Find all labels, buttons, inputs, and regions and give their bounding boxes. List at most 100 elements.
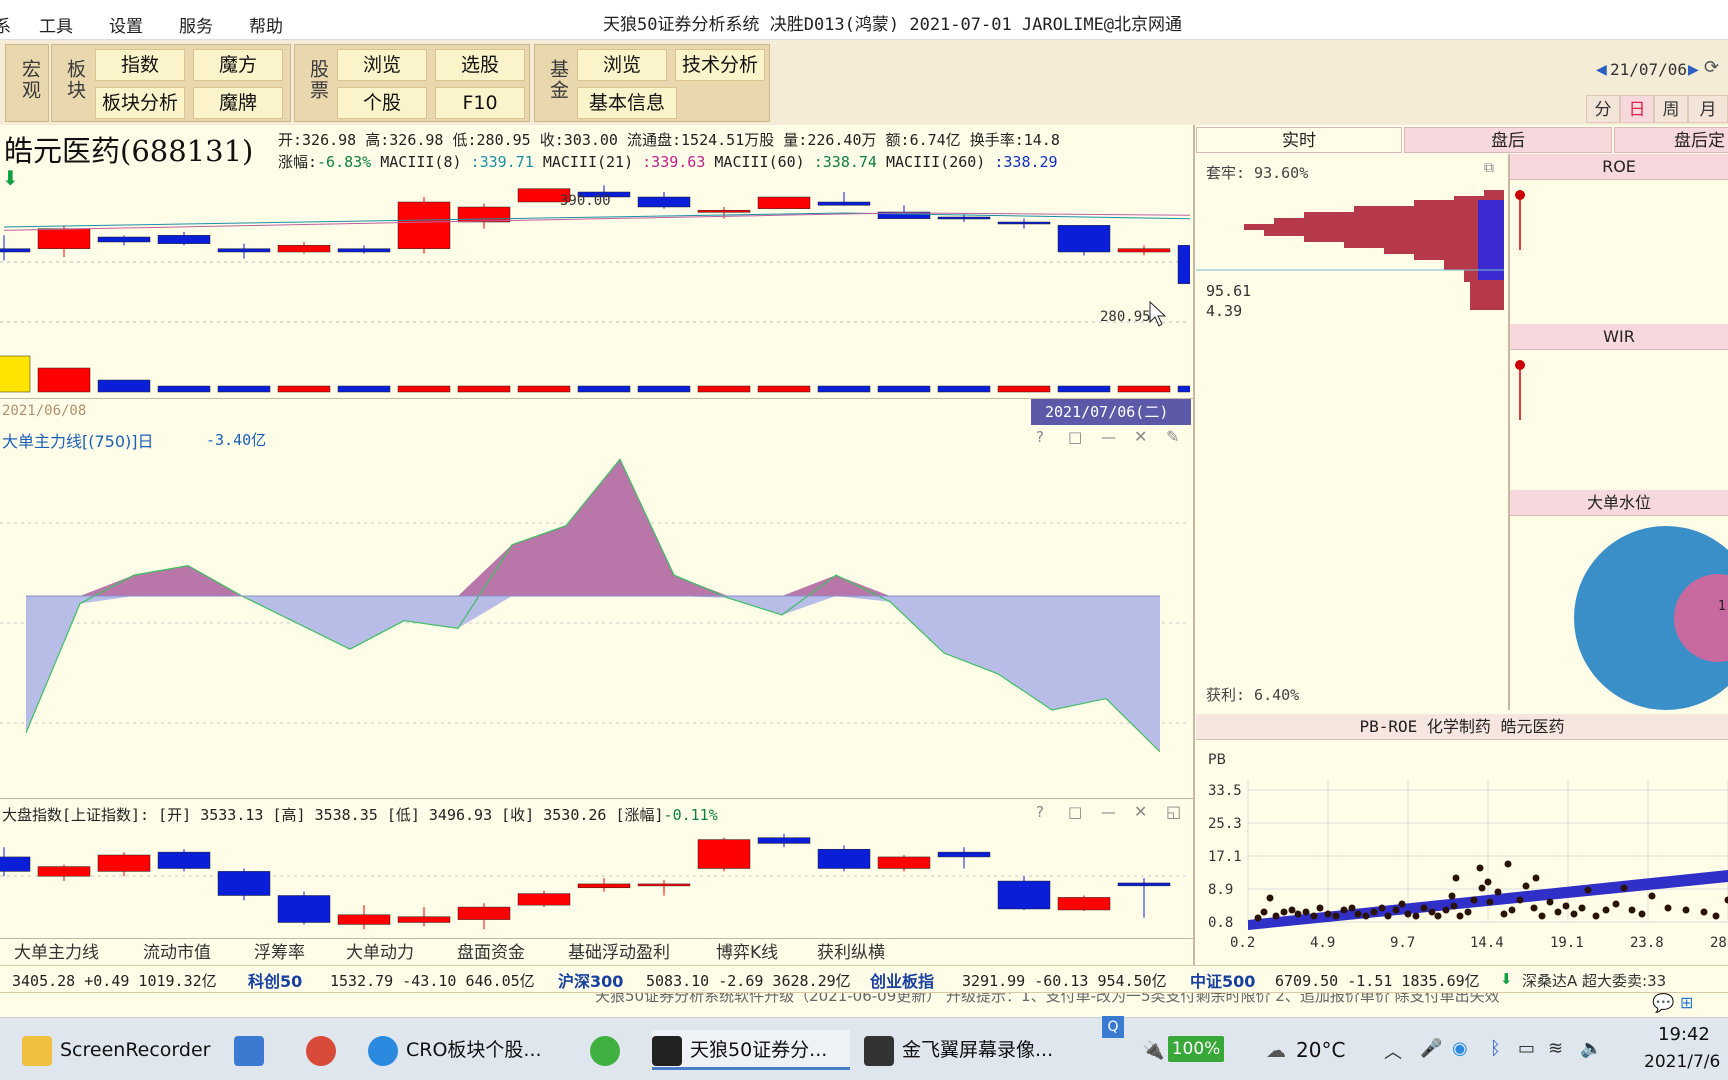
bottom-tab-game-kline[interactable]: 博弈K线	[716, 940, 778, 966]
group-label-macro[interactable]: 宏观	[13, 59, 41, 101]
menu-item-help[interactable]: 帮助	[249, 12, 283, 37]
close-icon[interactable]: ✕	[1134, 427, 1147, 446]
magic-cube-button[interactable]: 魔方	[193, 49, 283, 81]
q-icon[interactable]: Q	[1102, 1016, 1124, 1038]
bottom-tab-float-chip[interactable]: 浮筹率	[254, 940, 305, 966]
pbroe-point	[1340, 906, 1348, 914]
pbroe-point	[1310, 912, 1318, 920]
group-macro: 宏观	[5, 44, 49, 122]
maximize-icon[interactable]: □	[1068, 428, 1082, 446]
power-plug-icon[interactable]: 🔌	[1142, 1040, 1164, 1061]
tab-realtime[interactable]: 实时	[1196, 127, 1402, 153]
battery-tray-icon[interactable]: ▭	[1518, 1038, 1535, 1059]
pbroe-point	[1724, 896, 1728, 904]
pbroe-point	[1280, 908, 1288, 916]
tab-after-hours[interactable]: 盘后	[1404, 127, 1612, 153]
fund-browse-button[interactable]: 浏览	[577, 49, 667, 81]
bottom-tab-float-profit[interactable]: 基础浮动盈利	[568, 940, 670, 966]
taskbar-item-screenrecorder[interactable]: ScreenRecorder	[22, 1030, 210, 1070]
help-icon[interactable]: ?	[1036, 428, 1044, 446]
taskbar-item-recorder[interactable]: 金飞翼屏幕录像...	[864, 1030, 1054, 1070]
clock-time[interactable]: 19:42	[1658, 1024, 1710, 1045]
volume-bar	[637, 385, 691, 393]
period-tab-month[interactable]: 月	[1688, 95, 1728, 123]
network-icon[interactable]: ⊞	[1680, 993, 1693, 1012]
bottom-tab-funds[interactable]: 盘面资金	[457, 940, 525, 966]
ticker-name-kc50[interactable]: 科创50	[248, 968, 302, 992]
prev-date-icon[interactable]: ◀	[1596, 62, 1607, 78]
sector-analysis-button[interactable]: 板块分析	[95, 87, 185, 119]
bottom-tab-power[interactable]: 大单动力	[346, 940, 414, 966]
pbroe-point	[1316, 904, 1324, 912]
battery-indicator[interactable]: 100%	[1168, 1036, 1224, 1062]
basic-info-button[interactable]: 基本信息	[577, 87, 677, 119]
bottom-tab-profit-matrix[interactable]: 获利纵横	[817, 940, 885, 966]
ticker-name-zz500[interactable]: 中证500	[1190, 968, 1255, 992]
pbroe-point	[1592, 912, 1600, 920]
clock-date[interactable]: 2021/7/6	[1644, 1052, 1720, 1072]
volume-bar	[997, 385, 1051, 393]
taskbar-mail[interactable]	[234, 1030, 272, 1070]
pbroe-point	[1254, 914, 1262, 922]
ticker-name-hs300[interactable]: 沪深300	[558, 968, 623, 992]
menu-item-service[interactable]: 服务	[179, 12, 213, 37]
chat-icon[interactable]: 💬	[1652, 993, 1674, 1014]
taskbar-item-edge[interactable]: CRO板块个股...	[368, 1030, 564, 1070]
next-date-icon[interactable]: ▶	[1688, 62, 1699, 78]
pbroe-point	[1288, 906, 1296, 914]
bottom-tab-main-line[interactable]: 大单主力线	[14, 940, 99, 966]
menu-item-settings[interactable]: 设置	[109, 12, 143, 37]
index-kline-chart[interactable]	[0, 826, 1190, 938]
help-icon[interactable]: ?	[1036, 803, 1044, 821]
pbroe-point	[1398, 900, 1406, 908]
tab-after-hours-fixed[interactable]: 盘后定	[1614, 127, 1728, 153]
period-tab-day[interactable]: 日	[1620, 95, 1654, 123]
wifi-icon[interactable]: ≋	[1548, 1038, 1563, 1059]
single-stock-button[interactable]: 个股	[337, 87, 427, 119]
stock-browse-button[interactable]: 浏览	[337, 49, 427, 81]
index-candle	[1057, 897, 1111, 911]
weather-icon[interactable]: ☁	[1266, 1038, 1286, 1062]
period-tab-minute[interactable]: 分	[1586, 95, 1620, 123]
volume-bar	[877, 385, 931, 393]
stock-pick-button[interactable]: 选股	[435, 49, 525, 81]
chip-bar	[1274, 218, 1504, 224]
volume-icon[interactable]: 🔈	[1580, 1038, 1602, 1059]
edge-tray-icon[interactable]: ◉	[1452, 1038, 1468, 1059]
expand-icon[interactable]: ⧉	[1484, 160, 1494, 176]
ticker-alert[interactable]: 深桑达A 超大委卖:33	[1522, 970, 1666, 991]
pbroe-chart[interactable]: PB 33.5 25.3 17.1 8.9 0.8 0.2 4.9 9.7 14.4 19.1 23…	[1196, 740, 1728, 962]
main-line-chart[interactable]	[0, 452, 1190, 797]
kline-chart[interactable]: 390.00 280.95	[0, 182, 1190, 396]
pbroe-point	[1532, 874, 1540, 882]
restore-icon[interactable]: ◱	[1166, 802, 1181, 821]
weather-temp[interactable]: 20°C	[1296, 1038, 1345, 1062]
ticker-name-cyb[interactable]: 创业板指	[870, 968, 934, 992]
kline-candle	[217, 248, 271, 253]
menu-item-tools[interactable]: 工具	[39, 12, 73, 37]
taskbar-item-tianlang[interactable]: 天狼50证券分...	[652, 1030, 850, 1070]
refresh-icon[interactable]: ⟳	[1704, 57, 1719, 78]
kline-candle	[397, 201, 451, 249]
pbroe-point	[1570, 910, 1578, 918]
ticker-value: 3291.99 -60.13 954.50亿	[962, 972, 1167, 990]
minimize-icon[interactable]: —	[1101, 428, 1116, 446]
pbroe-point	[1434, 912, 1442, 920]
taskbar-ie[interactable]	[590, 1030, 628, 1070]
index-button[interactable]: 指数	[95, 49, 185, 81]
menu-item-system[interactable]: 系	[0, 12, 11, 37]
f10-button[interactable]: F10	[435, 87, 525, 119]
wrench-icon[interactable]: ✎	[1166, 427, 1179, 446]
taskbar-tool[interactable]	[306, 1030, 344, 1070]
magic-card-button[interactable]: 魔牌	[193, 87, 283, 119]
maximize-icon[interactable]: □	[1068, 803, 1082, 821]
mic-icon[interactable]: 🎤	[1420, 1038, 1442, 1059]
chevron-up-icon[interactable]: ︿	[1384, 1038, 1402, 1064]
bottom-tab-float-cap[interactable]: 流动市值	[143, 940, 211, 966]
bluetooth-icon[interactable]: ᛒ	[1490, 1038, 1501, 1059]
minimize-icon[interactable]: —	[1101, 803, 1116, 821]
tech-analysis-button[interactable]: 技术分析	[675, 49, 765, 81]
period-tab-week[interactable]: 周	[1654, 95, 1688, 123]
close-icon[interactable]: ✕	[1134, 802, 1147, 821]
volume-bar	[277, 385, 331, 393]
